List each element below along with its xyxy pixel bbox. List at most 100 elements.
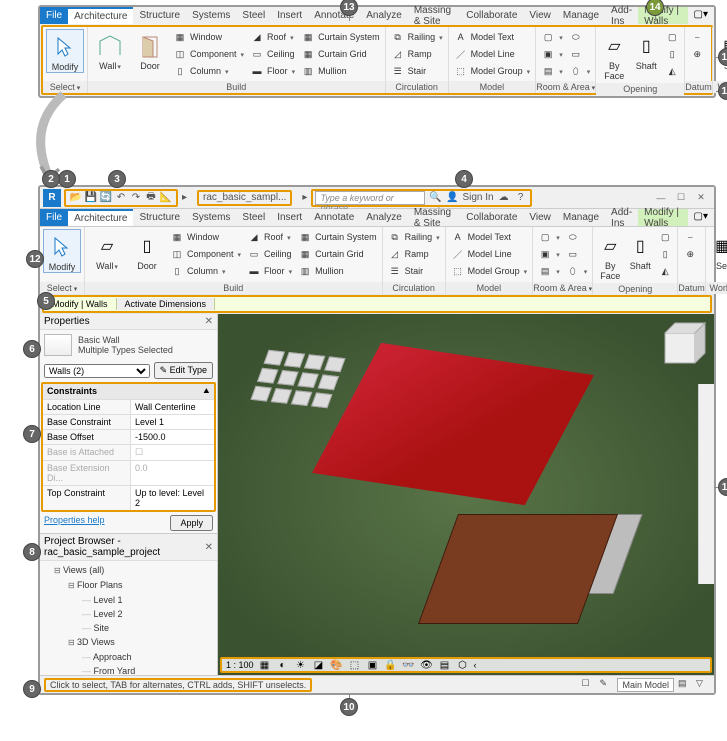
tool-wall[interactable]: Wall	[91, 29, 129, 71]
menu-systems[interactable]: Systems	[186, 7, 236, 24]
tool-curtain-grid[interactable]: ▦Curtain Grid	[299, 46, 382, 62]
tool-area-bound[interactable]: ▭	[567, 46, 593, 62]
tool-stair-2[interactable]: ☰Stair	[386, 263, 442, 279]
ra-5[interactable]: ▭	[564, 246, 590, 262]
tool-tag-room[interactable]: ⬭	[567, 29, 593, 45]
browser-close-icon[interactable]: ✕	[205, 542, 213, 553]
tree-floorplans[interactable]: Floor Plans	[44, 578, 213, 593]
tool-vertical-opening[interactable]: ▯	[663, 46, 681, 62]
qat-print-icon[interactable]: 🖶	[145, 192, 157, 204]
tool-area[interactable]: ▤	[539, 63, 565, 79]
type-selector[interactable]: Basic WallMultiple Types Selected	[40, 330, 217, 360]
tool-mgroup-2[interactable]: ⬚Model Group	[449, 263, 530, 279]
tool-stair[interactable]: ☰Stair	[389, 63, 445, 79]
tool-window[interactable]: ▦Window	[171, 29, 246, 45]
panel-label-ra-2[interactable]: Room & Area	[533, 282, 592, 294]
tool-roof-2[interactable]: ◢Roof	[245, 229, 294, 245]
tool-floor-2[interactable]: ▬Floor	[245, 263, 294, 279]
menu-view-2[interactable]: View	[523, 209, 557, 226]
properties-close-icon[interactable]: ✕	[205, 316, 213, 327]
tool-dormer[interactable]: ◭	[663, 63, 681, 79]
tree-site[interactable]: Site	[44, 621, 213, 635]
drawing-viewport[interactable]: —☐✕ 1 : 100 ▦ ◐ ☀ ◪ 🎨 ⬚ ▣ 🔒 👓	[218, 314, 714, 675]
tool-wall-opening[interactable]: ▢	[663, 29, 681, 45]
tree-views[interactable]: Views (all)	[44, 563, 213, 578]
design-options-combo[interactable]: Main Model	[617, 678, 674, 692]
menu-manage[interactable]: Manage	[557, 7, 605, 24]
signin-label[interactable]: Sign In	[462, 192, 493, 203]
min-button[interactable]: —	[652, 191, 670, 205]
help-icon[interactable]: ?	[514, 191, 528, 205]
tool-shaft[interactable]: ▯Shaft	[631, 29, 661, 71]
menu-annotate-2[interactable]: Annotate	[308, 209, 360, 226]
analytic-icon[interactable]: ⬡	[456, 658, 470, 672]
tree-level1[interactable]: Level 1	[44, 593, 213, 607]
tool-model-text[interactable]: AModel Text	[452, 29, 533, 45]
viewcube[interactable]	[650, 318, 710, 378]
app-icon[interactable]: R	[43, 189, 61, 207]
option-activate-dims[interactable]: Activate Dimensions	[117, 298, 216, 310]
tool-roof[interactable]: ◢Roof	[248, 29, 297, 45]
tool-modify[interactable]: Modify	[46, 29, 84, 73]
tool-component-2[interactable]: ◫Component	[168, 246, 243, 262]
navigation-bar[interactable]	[698, 384, 714, 584]
element-filter[interactable]: Walls (2)	[44, 364, 150, 378]
scale-display[interactable]: 1 : 100	[226, 660, 254, 670]
tool-room[interactable]: ▢	[539, 29, 565, 45]
status-editable-icon[interactable]: ✎	[599, 678, 613, 692]
qat-sync-icon[interactable]: 🔄	[100, 192, 112, 204]
visual-style-icon[interactable]: ◐	[276, 658, 290, 672]
tool-railing-2[interactable]: ⧉Railing	[386, 229, 442, 245]
prop-location-line[interactable]: Wall Centerline	[131, 400, 214, 414]
tool-floor[interactable]: ▬Floor	[248, 63, 297, 79]
menu-insert[interactable]: Insert	[271, 7, 308, 24]
prop-base-offset[interactable]: -1500.0	[131, 430, 214, 444]
ra-2[interactable]: ▣	[536, 246, 562, 262]
qat-open-icon[interactable]: 📂	[70, 192, 82, 204]
dt-2[interactable]: ⊕	[681, 246, 699, 262]
tool-door-2[interactable]: ▯Door	[128, 229, 166, 271]
qat-undo-icon[interactable]: ↶	[115, 192, 127, 204]
status-select-icon[interactable]: ▤	[678, 678, 692, 692]
tool-room-sep[interactable]: ▣	[539, 46, 565, 62]
menu-analyze-2[interactable]: Analyze	[360, 209, 408, 226]
menu-steel-2[interactable]: Steel	[236, 209, 271, 226]
ribbon-expand-icon-2[interactable]: ▢▾	[688, 209, 714, 226]
tool-ramp-2[interactable]: ◿Ramp	[386, 246, 442, 262]
search-input[interactable]: Type a keyword or phrase	[315, 191, 425, 205]
status-filter-icon[interactable]: ▽	[696, 678, 710, 692]
menu-massing-2[interactable]: Massing & Site	[408, 209, 460, 226]
menu-addins[interactable]: Add-Ins	[605, 7, 638, 24]
tool-shaft-2[interactable]: ▯Shaft	[626, 229, 654, 271]
dt-1[interactable]: ⎯	[681, 229, 699, 245]
tool-cg-2[interactable]: ▦Curtain Grid	[296, 246, 379, 262]
properties-help-link[interactable]: Properties help	[44, 515, 105, 531]
menu-massing[interactable]: Massing & Site	[408, 7, 460, 24]
panel-label-roomarea[interactable]: Room & Area	[536, 81, 595, 93]
ribbon-expand-icon[interactable]: ▢▾	[688, 7, 714, 24]
tool-set-2[interactable]: ▦Set	[709, 229, 727, 271]
tool-grid[interactable]: ⊕	[688, 46, 706, 62]
search-go-icon[interactable]: 🔍	[428, 191, 442, 205]
tool-ceiling-2[interactable]: ▭Ceiling	[245, 246, 294, 262]
menu-structure-2[interactable]: Structure	[133, 209, 186, 226]
tool-byface[interactable]: ▱By Face	[599, 29, 629, 81]
ra-6[interactable]: ⬯	[564, 263, 590, 279]
ra-4[interactable]: ⬭	[564, 229, 590, 245]
tool-column-2[interactable]: ▯Column	[168, 263, 243, 279]
render-icon[interactable]: 🎨	[330, 658, 344, 672]
tool-door[interactable]: Door	[131, 29, 169, 71]
tool-model-line[interactable]: ／Model Line	[452, 46, 533, 62]
tool-railing[interactable]: ⧉Railing	[389, 29, 445, 45]
prop-base-constraint[interactable]: Level 1	[131, 415, 214, 429]
crop-icon[interactable]: ⬚	[348, 658, 362, 672]
op-2[interactable]: ▯	[656, 246, 674, 262]
qat-measure-icon[interactable]: 📐	[160, 192, 172, 204]
qat-redo-icon[interactable]: ↷	[130, 192, 142, 204]
signin-icon[interactable]: 👤	[445, 191, 459, 205]
filename-display[interactable]: rac_basic_sampl...	[197, 190, 292, 206]
tool-mline-2[interactable]: ／Model Line	[449, 246, 530, 262]
menu-architecture[interactable]: Architecture	[68, 7, 133, 24]
tree-approach[interactable]: Approach	[44, 650, 213, 664]
menu-file-2[interactable]: File	[40, 209, 68, 226]
